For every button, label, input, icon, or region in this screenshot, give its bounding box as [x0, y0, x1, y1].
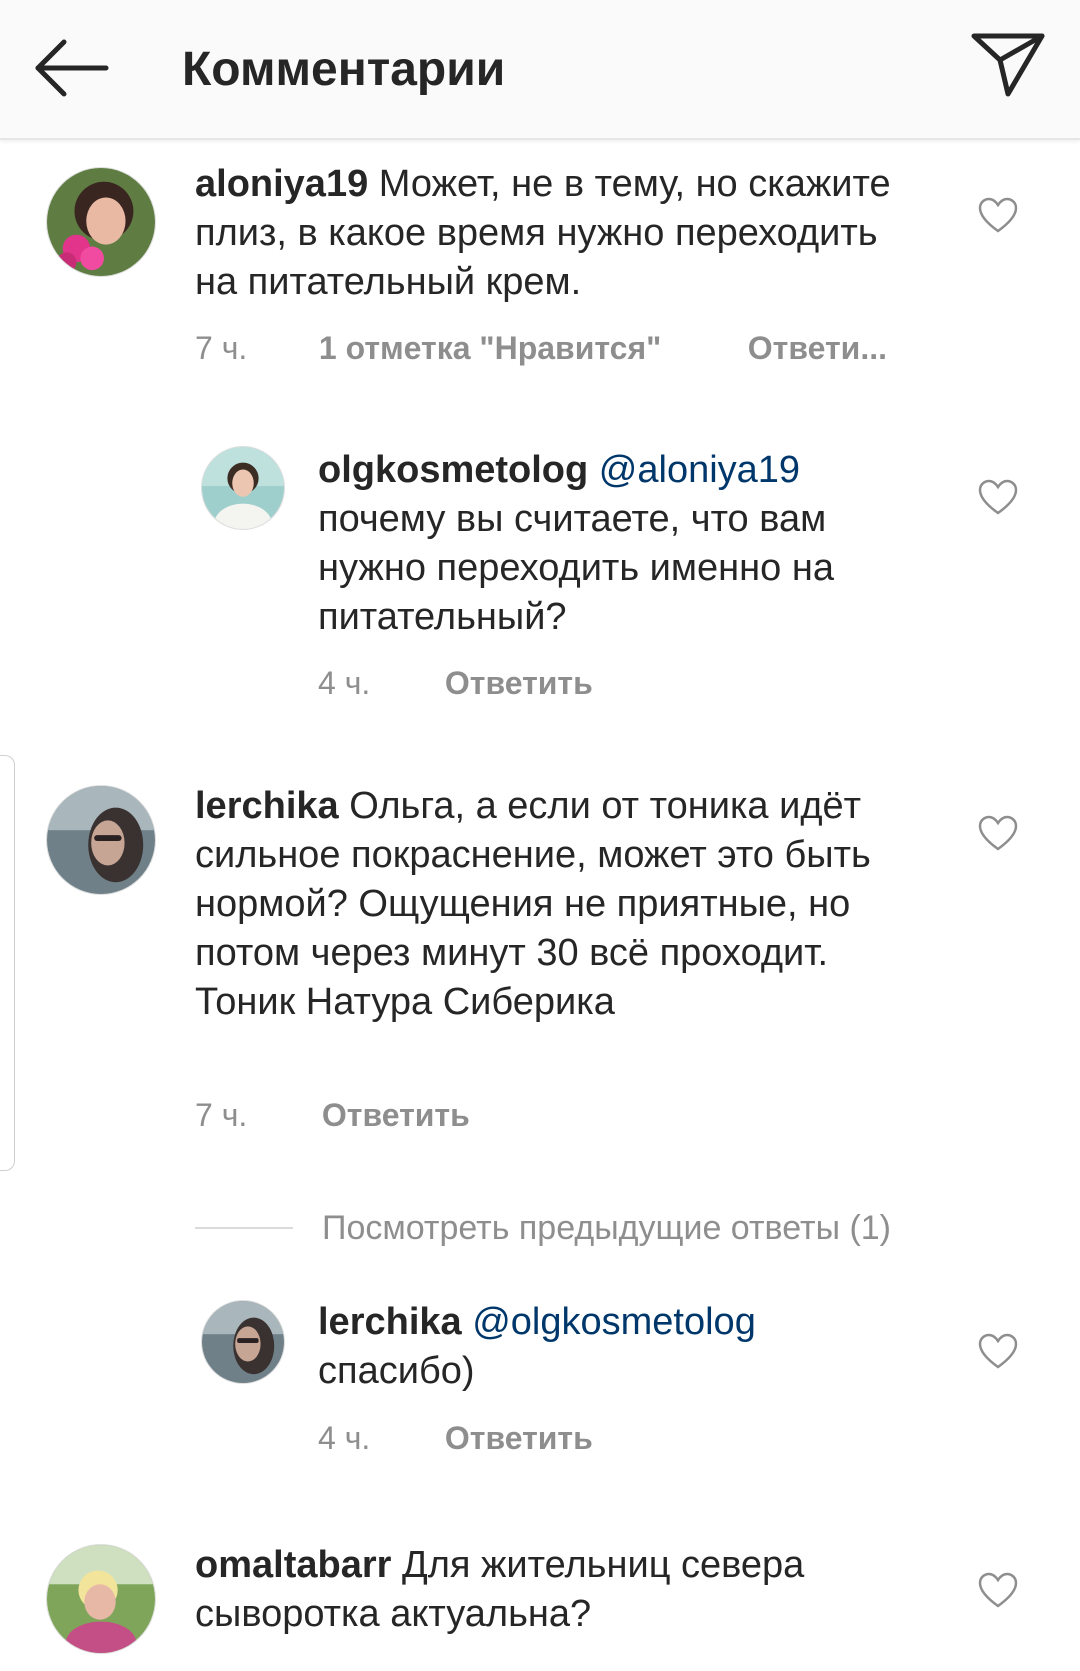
- like-button[interactable]: [978, 196, 1018, 236]
- reply-button[interactable]: Ответить: [445, 663, 593, 703]
- comment-body: aloniya19 Может, не в тему, но скажите п…: [195, 160, 915, 307]
- profile-photo: [47, 168, 155, 276]
- avatar-aloniya19[interactable]: [46, 167, 156, 277]
- top-bar: Комментарии: [0, 0, 1080, 140]
- heart-icon: [978, 1333, 1018, 1369]
- comment-time: 7 ч.: [195, 330, 248, 366]
- reply-body: lerchika @olgkosmetolog спасибо): [318, 1298, 918, 1396]
- like-button[interactable]: [978, 814, 1018, 854]
- profile-photo: [47, 1545, 155, 1653]
- reply-button[interactable]: Ответить: [445, 1418, 593, 1458]
- likes-count-link[interactable]: 1 отметка "Нравится": [319, 328, 739, 368]
- comment-text: почему вы считаете, что вам нужно перехо…: [318, 498, 834, 638]
- back-button[interactable]: [30, 36, 114, 100]
- heart-icon: [978, 1572, 1018, 1608]
- arrow-left-icon: [35, 39, 109, 97]
- profile-photo: [202, 1301, 284, 1383]
- like-button[interactable]: [978, 1332, 1018, 1372]
- page-title: Комментарии: [182, 43, 506, 96]
- profile-photo: [47, 786, 155, 894]
- like-button[interactable]: [978, 478, 1018, 518]
- comment-text: спасибо): [318, 1350, 475, 1392]
- reply-body: olgkosmetolog @aloniya19 почему вы счита…: [318, 446, 918, 642]
- avatar-lerchika[interactable]: [201, 1300, 285, 1384]
- comment-username[interactable]: omaltabarr: [195, 1544, 391, 1586]
- comment-time: 7 ч.: [195, 1097, 248, 1133]
- comment-username[interactable]: aloniya19: [195, 163, 368, 205]
- comment-body: lerchika Ольга, а если от тоника идёт си…: [195, 782, 915, 1027]
- heart-icon: [978, 197, 1018, 233]
- avatar-omaltabarr[interactable]: [46, 1544, 156, 1654]
- comment-time: 4 ч.: [318, 1420, 371, 1456]
- comment-username[interactable]: olgkosmetolog: [318, 449, 588, 491]
- mention-link[interactable]: @aloniya19: [599, 449, 800, 491]
- paper-plane-icon: [971, 33, 1045, 97]
- comment-meta: 4 ч. Ответить: [318, 663, 593, 703]
- reply-button[interactable]: Ответи...: [748, 328, 887, 368]
- reply-button[interactable]: Ответить: [322, 1095, 470, 1135]
- divider: [195, 1227, 293, 1229]
- share-button[interactable]: [970, 30, 1046, 100]
- comment-username[interactable]: lerchika: [195, 785, 339, 827]
- profile-photo: [202, 447, 284, 529]
- heart-icon: [978, 815, 1018, 851]
- like-button[interactable]: [978, 1571, 1018, 1611]
- comment-meta: 7 ч. Ответить: [195, 1095, 470, 1135]
- comment-meta: 7 ч. 1 отметка "Нравится" Ответи...: [195, 328, 887, 368]
- view-previous-replies-label: Посмотреть предыдущие ответы (1): [322, 1209, 892, 1247]
- comment-username[interactable]: lerchika: [318, 1301, 462, 1343]
- comment-body: omaltabarr Для жительниц севера сыворотк…: [195, 1541, 915, 1639]
- scroll-indicator: [0, 755, 15, 1171]
- avatar-olgkosmetolog[interactable]: [201, 446, 285, 530]
- heart-icon: [978, 479, 1018, 515]
- avatar-lerchika[interactable]: [46, 785, 156, 895]
- comment-meta: 4 ч. Ответить: [318, 1418, 593, 1458]
- mention-link[interactable]: @olgkosmetolog: [472, 1301, 756, 1343]
- comment-time: 4 ч.: [318, 665, 371, 701]
